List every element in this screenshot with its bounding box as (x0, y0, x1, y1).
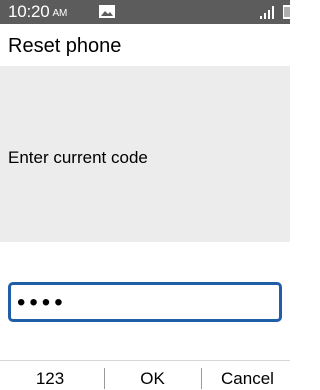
prompt-text: Enter current code (8, 148, 148, 167)
status-clock: 10:20 AM (8, 2, 67, 24)
softkey-divider (201, 368, 202, 389)
battery-icon (283, 5, 291, 19)
status-bar: 10:20 AM (0, 0, 291, 24)
message-area: Enter current code (0, 66, 290, 242)
status-ampm: AM (52, 8, 68, 19)
input-mode-softkey[interactable]: 123 (0, 369, 100, 389)
image-icon (99, 5, 115, 18)
cancel-softkey[interactable]: Cancel (205, 369, 290, 389)
phone-screen: 10:20 AM Reset phone Enter current code •… (0, 0, 291, 390)
title-bar: Reset phone (0, 24, 290, 66)
code-input[interactable]: •••• (8, 282, 282, 322)
code-input-value: •••• (17, 289, 67, 316)
softkey-bar: 123 OK Cancel (0, 360, 290, 390)
signal-icon (260, 6, 274, 19)
page-title: Reset phone (8, 35, 122, 57)
status-time-value: 10:20 (8, 2, 50, 21)
ok-softkey[interactable]: OK (105, 369, 200, 389)
